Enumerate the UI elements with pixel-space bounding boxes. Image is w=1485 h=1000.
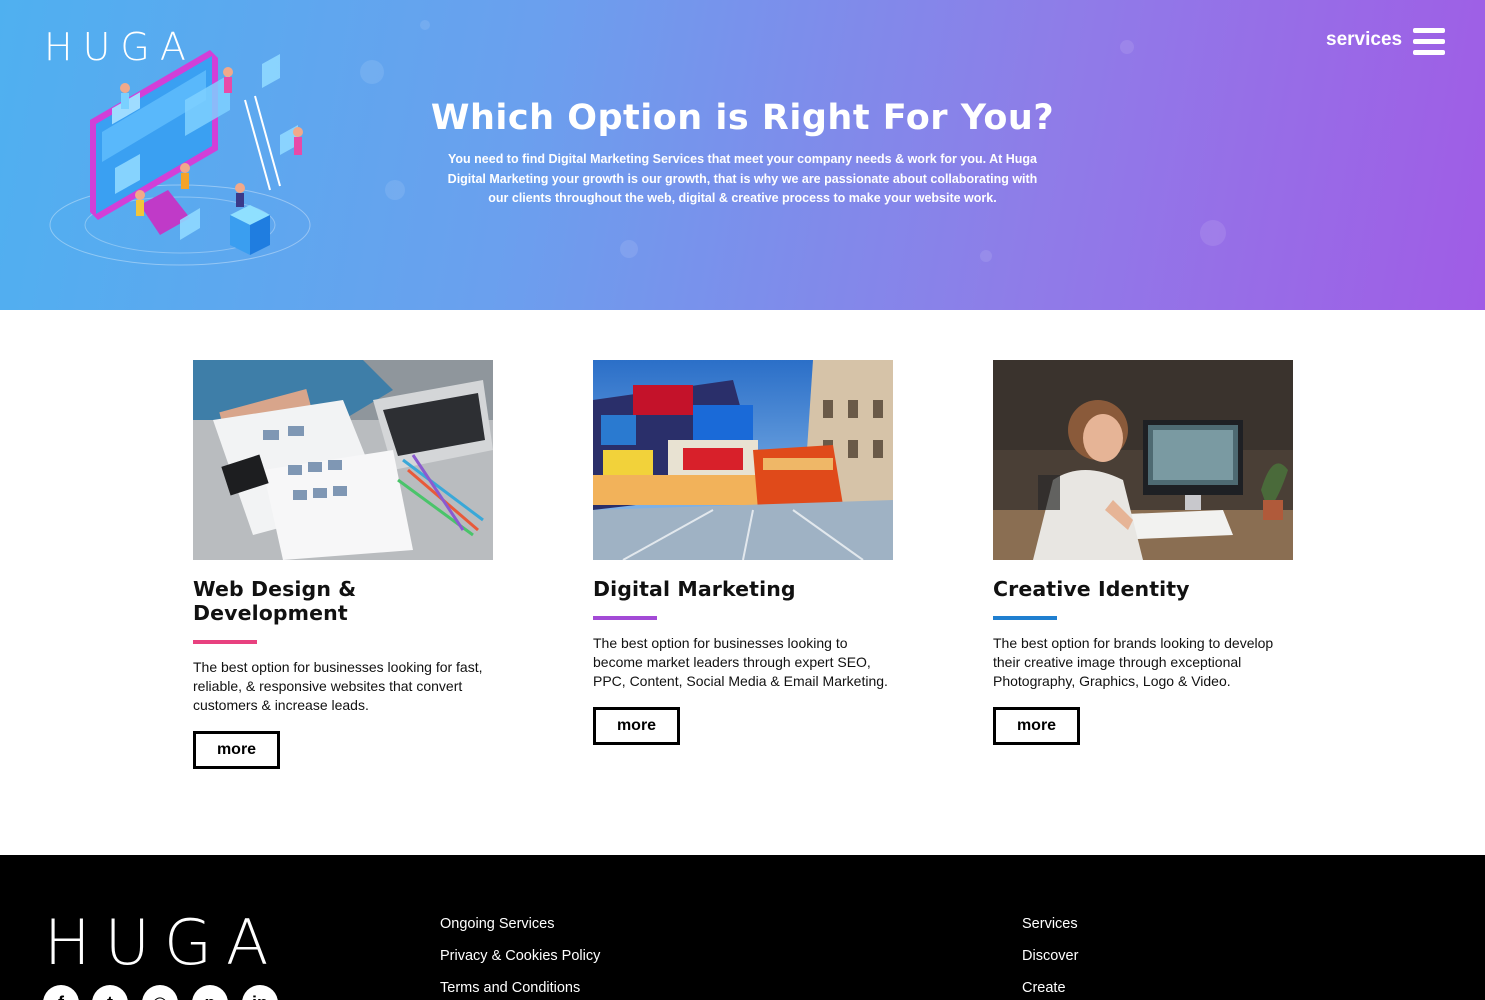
service-card-digital-marketing: Digital Marketing The best option for bu… xyxy=(593,360,893,745)
footer-link-create[interactable]: Create xyxy=(1022,972,1078,1000)
twitter-icon[interactable]: t xyxy=(92,985,128,1000)
card-accent-rule xyxy=(193,640,257,644)
hero-banner: HUGA Which Option is Right For You? You … xyxy=(0,0,1485,310)
card-accent-rule xyxy=(993,616,1057,620)
hero-description: You need to find Digital Marketing Servi… xyxy=(447,152,1038,205)
footer-links-legal: Ongoing Services Privacy & Cookies Polic… xyxy=(440,908,600,1000)
page-title: Which Option is Right For You? xyxy=(430,98,1055,138)
services-nav-link[interactable]: services xyxy=(1326,29,1402,51)
creative-identity-more-button[interactable]: more xyxy=(993,707,1080,745)
card-title: Web Design & Development xyxy=(193,577,357,625)
card-accent-rule xyxy=(593,616,657,620)
team-dashboard-illustration xyxy=(49,50,311,266)
web-design-photo xyxy=(193,360,493,560)
facebook-icon[interactable]: f xyxy=(43,985,79,1000)
card-description: The best option for businesses looking t… xyxy=(593,635,888,689)
hamburger-menu-icon[interactable] xyxy=(1413,28,1445,56)
footer-link-terms[interactable]: Terms and Conditions xyxy=(440,972,600,1000)
site-footer: HUGA f t ◎ p in Ongoing Services Privacy… xyxy=(0,855,1485,1000)
footer-link-privacy-cookies[interactable]: Privacy & Cookies Policy xyxy=(440,940,600,972)
card-description: The best option for brands looking to de… xyxy=(993,635,1274,689)
footer-huga-logo[interactable]: HUGA xyxy=(44,912,282,974)
pinterest-icon[interactable]: p xyxy=(192,985,228,1000)
footer-link-discover[interactable]: Discover xyxy=(1022,940,1078,972)
card-description: The best option for businesses looking f… xyxy=(193,659,483,713)
designer-at-desk-photo xyxy=(993,360,1293,560)
digital-marketing-more-button[interactable]: more xyxy=(593,707,680,745)
card-title: Digital Marketing xyxy=(593,577,796,601)
web-design-more-button[interactable]: more xyxy=(193,731,280,769)
footer-link-services[interactable]: Services xyxy=(1022,908,1078,940)
footer-link-ongoing-services[interactable]: Ongoing Services xyxy=(440,908,600,940)
service-card-web-design: Web Design & Development The best option… xyxy=(193,360,493,769)
card-title: Creative Identity xyxy=(993,577,1190,601)
piccadilly-circus-photo xyxy=(593,360,893,560)
instagram-icon[interactable]: ◎ xyxy=(142,985,178,1000)
linkedin-icon[interactable]: in xyxy=(242,985,278,1000)
footer-links-site: Services Discover Create xyxy=(1022,908,1078,1000)
service-card-creative-identity: Creative Identity The best option for br… xyxy=(993,360,1293,745)
